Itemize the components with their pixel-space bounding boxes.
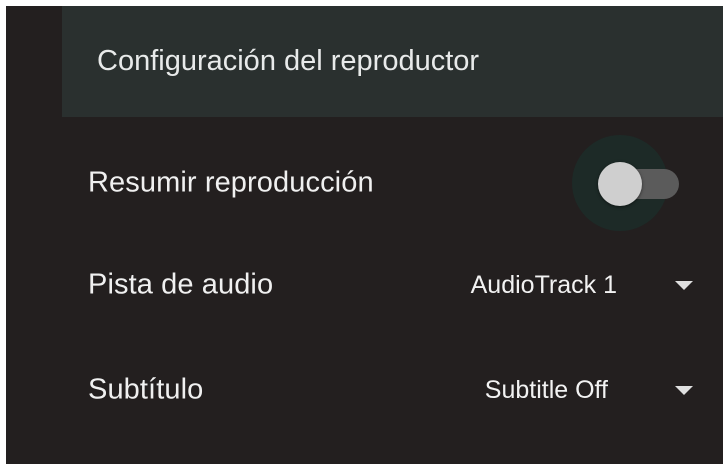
subtitle-row: Subtítulo Subtitle Off (6, 354, 723, 426)
audio-track-label: Pista de audio (88, 268, 274, 301)
audio-track-row: Pista de audio AudioTrack 1 (6, 249, 723, 321)
subtitle-label: Subtítulo (88, 373, 204, 406)
resume-playback-label: Resumir reproducción (88, 166, 374, 199)
audio-track-select[interactable]: AudioTrack 1 (471, 260, 693, 310)
chevron-down-icon (675, 280, 693, 290)
toggle-thumb (598, 162, 642, 206)
player-settings-panel: Configuración del reproductor Resumir re… (6, 6, 723, 464)
audio-track-value: AudioTrack 1 (470, 270, 617, 299)
resume-playback-row[interactable]: Resumir reproducción (6, 135, 723, 231)
panel-header: Configuración del reproductor (62, 6, 723, 117)
chevron-down-icon (675, 385, 693, 395)
resume-playback-toggle[interactable] (572, 135, 679, 231)
subtitle-value: Subtitle Off (484, 375, 608, 404)
page-title: Configuración del reproductor (97, 45, 480, 77)
subtitle-select[interactable]: Subtitle Off (485, 365, 693, 415)
